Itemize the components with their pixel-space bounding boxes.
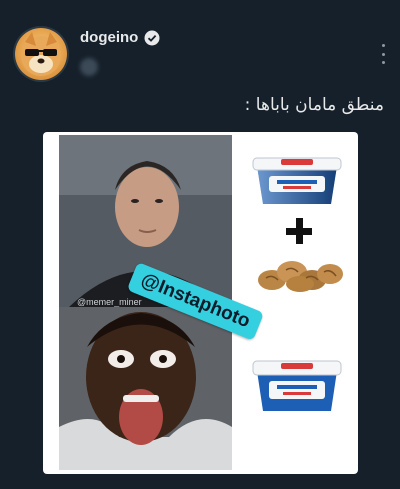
photo-man-bottom — [59, 307, 232, 470]
more-vertical-icon[interactable] — [380, 44, 386, 64]
verified-badge-icon — [144, 30, 160, 45]
butter-tub-icon — [252, 157, 342, 204]
doge-avatar-icon — [21, 32, 61, 76]
plus-sign-icon — [286, 218, 312, 244]
blurred-handle — [80, 58, 98, 76]
shocked-face-illustration — [59, 307, 232, 470]
photo-credit: @memer_miner — [77, 297, 142, 307]
butter-tub-icon — [252, 360, 342, 411]
avatar[interactable] — [15, 28, 67, 80]
post-caption: منطق مامان باباها : — [244, 95, 384, 115]
username[interactable]: dogeino — [80, 29, 138, 46]
post-image[interactable]: @memer_miner @Instaphoto — [43, 132, 358, 474]
post-header: dogeino — [80, 29, 160, 46]
walnuts-icon — [258, 261, 343, 292]
